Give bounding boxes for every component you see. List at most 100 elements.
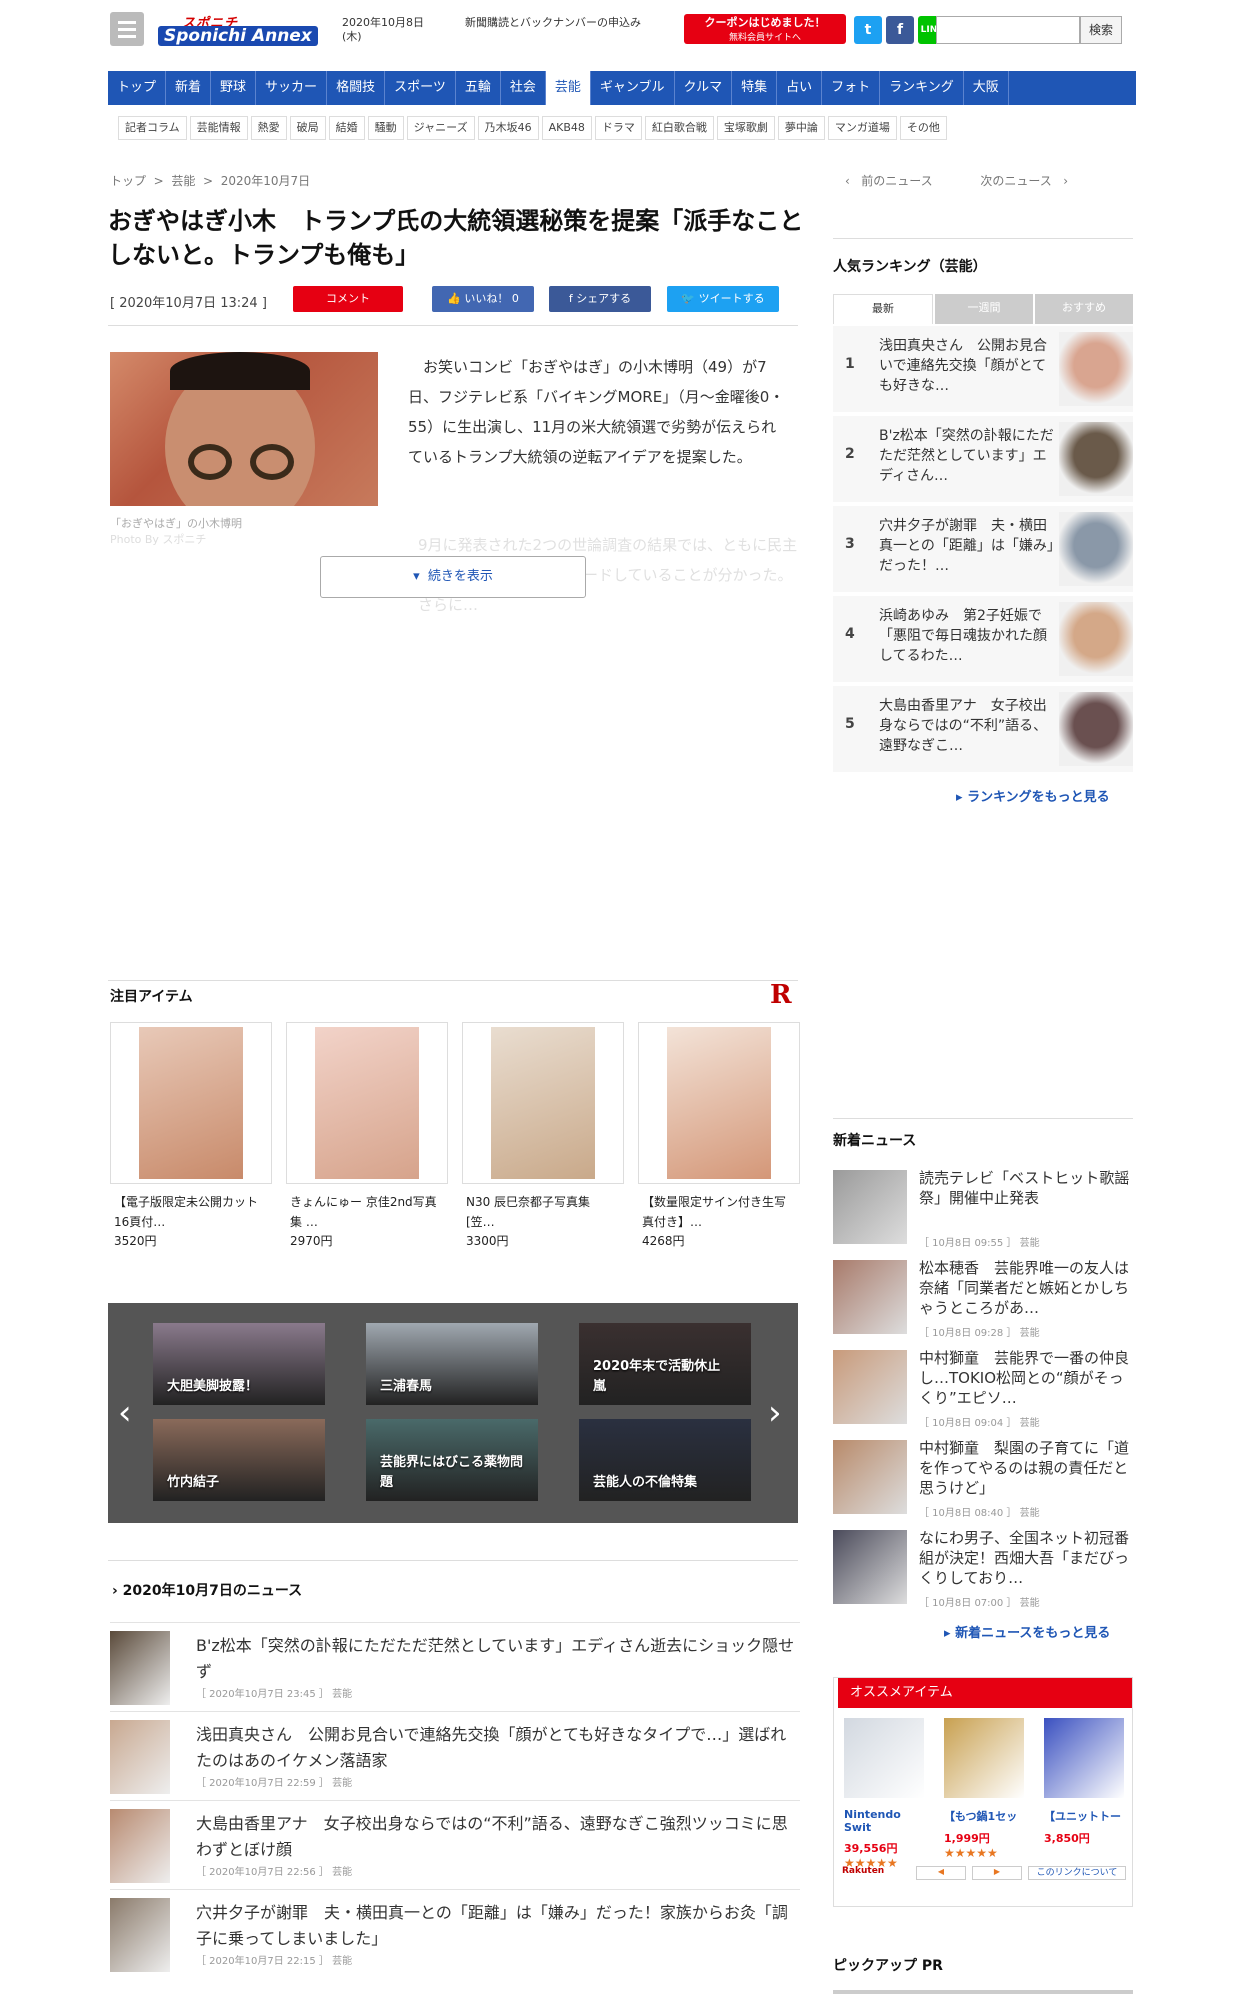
featured-item[interactable]: 【電子版限定未公開カット16頁付… 3520円 bbox=[110, 1022, 272, 1249]
subnav-more[interactable]: その他 bbox=[899, 116, 947, 140]
carousel-tile[interactable]: 芸能界にはびこる薬物問題 bbox=[366, 1419, 538, 1501]
article-photo[interactable] bbox=[110, 352, 378, 506]
subnav-item[interactable]: AKB48 bbox=[541, 116, 592, 140]
osusume-price: 1,999円 bbox=[944, 1832, 990, 1845]
subnav-item[interactable]: ドラマ bbox=[594, 116, 642, 140]
newnews-item[interactable]: 松本穂香 芸能界唯一の友人は奈緒「同業者だと嫉妬とかしちゃうところがあ… ［ 10… bbox=[833, 1258, 1133, 1346]
rakuten-icon[interactable]: R bbox=[770, 980, 792, 1010]
osusume-item[interactable]: 【もつ鍋1セッ 1,999円 ★★★★★ bbox=[944, 1718, 1024, 1860]
subnav-item[interactable]: 乃木坂46 bbox=[477, 116, 539, 140]
carousel-tile[interactable]: 2020年末で活動休止 嵐 bbox=[579, 1323, 751, 1405]
nav-item[interactable]: 社会 bbox=[501, 71, 546, 105]
like-button[interactable]: 👍 いいね！ 0 bbox=[432, 286, 534, 312]
subnav-item[interactable]: 記者コラム bbox=[118, 116, 187, 140]
news-title: 穴井夕子が謝罪 夫・横田真一との「距離」は「嫌み」だった！家族からお灸「調子に乗… bbox=[196, 1903, 788, 1948]
nav-item[interactable]: サッカー bbox=[256, 71, 328, 105]
search-input[interactable] bbox=[936, 16, 1080, 44]
tile-label: 大胆美脚披露！ bbox=[167, 1379, 259, 1394]
newnews-item[interactable]: なにわ男子、全国ネット初冠番組が決定！西畑大吾「まだびっくりしており… ［ 10月… bbox=[833, 1528, 1133, 1616]
featured-item[interactable]: きょんにゅー 京佳2nd写真集 … 2970円 bbox=[286, 1022, 448, 1249]
prev-news-link[interactable]: 前のニュース bbox=[861, 174, 932, 188]
nav-item[interactable]: 芸能 bbox=[545, 71, 591, 105]
newnews-item[interactable]: 中村獅童 梨園の子育てに「道を作ってやるのは親の責任だと思うけど」 ［ 10月8日… bbox=[833, 1438, 1133, 1526]
subnav-item[interactable]: ジャニーズ bbox=[406, 116, 475, 140]
chevron-right-icon[interactable]: › bbox=[1063, 174, 1068, 188]
subnav-item[interactable]: 破局 bbox=[289, 116, 326, 140]
rank-title: 穴井夕子が謝罪 夫・横田真一との「距離」は「嫌み」だった！… bbox=[879, 518, 1054, 574]
oss-next-button[interactable]: ▶ bbox=[972, 1866, 1022, 1880]
osusume-item[interactable]: 【ユニットトー 3,850円 bbox=[1044, 1718, 1124, 1846]
breadcrumb-home[interactable]: トップ bbox=[110, 174, 146, 188]
carousel-next-icon[interactable]: › bbox=[768, 1393, 782, 1433]
subnav-item[interactable]: 紅白歌合戦 bbox=[644, 116, 714, 140]
newnews-item[interactable]: 読売テレビ「ベストヒット歌謡祭」開催中止発表 ［ 10月8日 09:55 ］ 芸能 bbox=[833, 1168, 1133, 1256]
ranking-item[interactable]: 4 浜崎あゆみ 第2子妊娠で「悪阻で毎日魂抜かれた顔してるわた… bbox=[833, 596, 1133, 684]
nav-item[interactable]: 五輪 bbox=[456, 71, 501, 105]
subnav-item[interactable]: 宝塚歌劇 bbox=[716, 116, 775, 140]
nav-item[interactable]: ランキング bbox=[880, 71, 964, 105]
subnav-item[interactable]: 熱愛 bbox=[250, 116, 287, 140]
ranking-tab[interactable]: 一週間 bbox=[935, 294, 1033, 324]
share-button[interactable]: f シェアする bbox=[549, 286, 651, 312]
site-logo[interactable]: スポニチ Sponichi Annex bbox=[158, 14, 328, 46]
oss-prev-button[interactable]: ◀ bbox=[916, 1866, 966, 1880]
news-row[interactable]: 穴井夕子が謝罪 夫・横田真一との「距離」は「嫌み」だった！家族からお灸「調子に乗… bbox=[110, 1889, 800, 1977]
carousel-tile[interactable]: 三浦春馬 bbox=[366, 1323, 538, 1405]
subnav-item[interactable]: 芸能情報 bbox=[189, 116, 248, 140]
twitter-icon[interactable]: t bbox=[854, 16, 882, 44]
news-title: B'z松本「突然の訃報にただただ茫然としています」エディさん逝去にショック隠せず bbox=[196, 1636, 795, 1681]
nav-item[interactable]: 格闘技 bbox=[327, 71, 386, 105]
news-row[interactable]: 浅田真央さん 公開お見合いで連絡先交換「顔がとても好きなタイプで…」選ばれたのは… bbox=[110, 1711, 800, 1799]
main-nav: トップ 新着 野球 サッカー 格闘技 スポーツ 五輪 社会 芸能 ギャンブル クルマ 特集 占い フォトラ… bbox=[108, 71, 1136, 105]
news-row[interactable]: B'z松本「突然の訃報にただただ茫然としています」エディさん逝去にショック隠せず… bbox=[110, 1622, 800, 1710]
newnews-more-link[interactable]: ▸ 新着ニュースをもっと見る bbox=[944, 1622, 1110, 1641]
nav-item[interactable]: 野球 bbox=[211, 71, 257, 105]
oss-about-link[interactable]: このリンクについて bbox=[1028, 1866, 1126, 1880]
chevron-left-icon[interactable]: ‹ bbox=[845, 174, 850, 188]
ranking-more-link[interactable]: ▸ ランキングをもっと見る bbox=[956, 786, 1110, 805]
osusume-item[interactable]: Nintendo Swit 39,556円 ★★★★★ bbox=[844, 1718, 924, 1870]
carousel-tile[interactable]: 芸能人の不倫特集 bbox=[579, 1419, 751, 1501]
nav-item[interactable]: ギャンブル bbox=[591, 71, 675, 105]
news-row[interactable]: 大島由香里アナ 女子校出身ならではの“不利”語る、遠野なぎこ強烈ツッコミに思わず… bbox=[110, 1800, 800, 1888]
nav-item[interactable]: 特集 bbox=[732, 71, 778, 105]
news-thumb bbox=[110, 1809, 170, 1883]
subnav-item[interactable]: 夢中論 bbox=[777, 116, 825, 140]
facebook-icon[interactable]: f bbox=[886, 16, 914, 44]
ranking-item[interactable]: 1 浅田真央さん 公開お見合いで連絡先交換「顔がとても好きな… bbox=[833, 326, 1133, 414]
item-price: 3520円 bbox=[114, 1234, 157, 1248]
ranking-item[interactable]: 2 B'z松本「突然の訃報にただただ茫然としています」エディさん… bbox=[833, 416, 1133, 504]
menu-button[interactable] bbox=[110, 12, 144, 46]
subscribe-link[interactable]: 新聞購読とバックナンバーの申込み bbox=[465, 16, 675, 30]
featured-item[interactable]: N30 辰巳奈都子写真集 [笠… 3300円 bbox=[462, 1022, 624, 1249]
ranking-item[interactable]: 3 穴井夕子が謝罪 夫・横田真一との「距離」は「嫌み」だった！… bbox=[833, 506, 1133, 594]
carousel-tile[interactable]: 大胆美脚披露！ bbox=[153, 1323, 325, 1405]
ranking-tab[interactable]: 最新 bbox=[833, 294, 933, 324]
newnews-item[interactable]: 中村獅童 芸能界で一番の仲良し…TOKIO松岡との“顔がそっくり”エピソ… ［ 1… bbox=[833, 1348, 1133, 1436]
carousel-prev-icon[interactable]: ‹ bbox=[118, 1393, 132, 1433]
ranking-item[interactable]: 5 大島由香里アナ 女子校出身ならではの“不利”語る、遠野なぎこ… bbox=[833, 686, 1133, 774]
nav-item[interactable]: 新着 bbox=[166, 71, 212, 105]
comment-button[interactable]: コメント bbox=[293, 286, 403, 312]
nav-item[interactable]: 占い bbox=[777, 71, 823, 105]
next-news-link[interactable]: 次のニュース bbox=[980, 174, 1051, 188]
photo-carousel: ‹ › 大胆美脚披露！ 三浦春馬 2020年末で活動休止 嵐竹内結子 芸能界にはびこる… bbox=[108, 1303, 798, 1523]
subnav-item[interactable]: 騒動 bbox=[367, 116, 404, 140]
nav-item[interactable]: トップ bbox=[108, 71, 167, 105]
coupon-banner[interactable]: クーポンはじめました！ 無料会員サイトへ bbox=[684, 14, 846, 44]
carousel-tile[interactable]: 竹内結子 bbox=[153, 1419, 325, 1501]
nav-item[interactable]: スポーツ bbox=[385, 71, 456, 105]
nav-item[interactable]: クルマ bbox=[675, 71, 733, 105]
subnav-item[interactable]: 結婚 bbox=[328, 116, 365, 140]
rank-number: 2 bbox=[845, 446, 855, 462]
rank-title: 浅田真央さん 公開お見合いで連絡先交換「顔がとても好きな… bbox=[879, 338, 1047, 394]
show-more-button[interactable]: ▾ 続きを表示 bbox=[320, 556, 586, 598]
ranking-tab[interactable]: おすすめ bbox=[1035, 294, 1133, 324]
breadcrumb-category[interactable]: 芸能 bbox=[171, 174, 195, 188]
tweet-button[interactable]: 🐦 ツイートする bbox=[667, 286, 779, 312]
nav-item[interactable]: フォト bbox=[822, 71, 881, 105]
featured-item[interactable]: 【数量限定サイン付き生写真付き】… 4268円 bbox=[638, 1022, 800, 1249]
nav-item[interactable]: 大阪 bbox=[964, 71, 1009, 105]
search-button[interactable]: 検索 bbox=[1080, 16, 1122, 44]
subnav-item[interactable]: マンガ道場 bbox=[827, 116, 897, 140]
